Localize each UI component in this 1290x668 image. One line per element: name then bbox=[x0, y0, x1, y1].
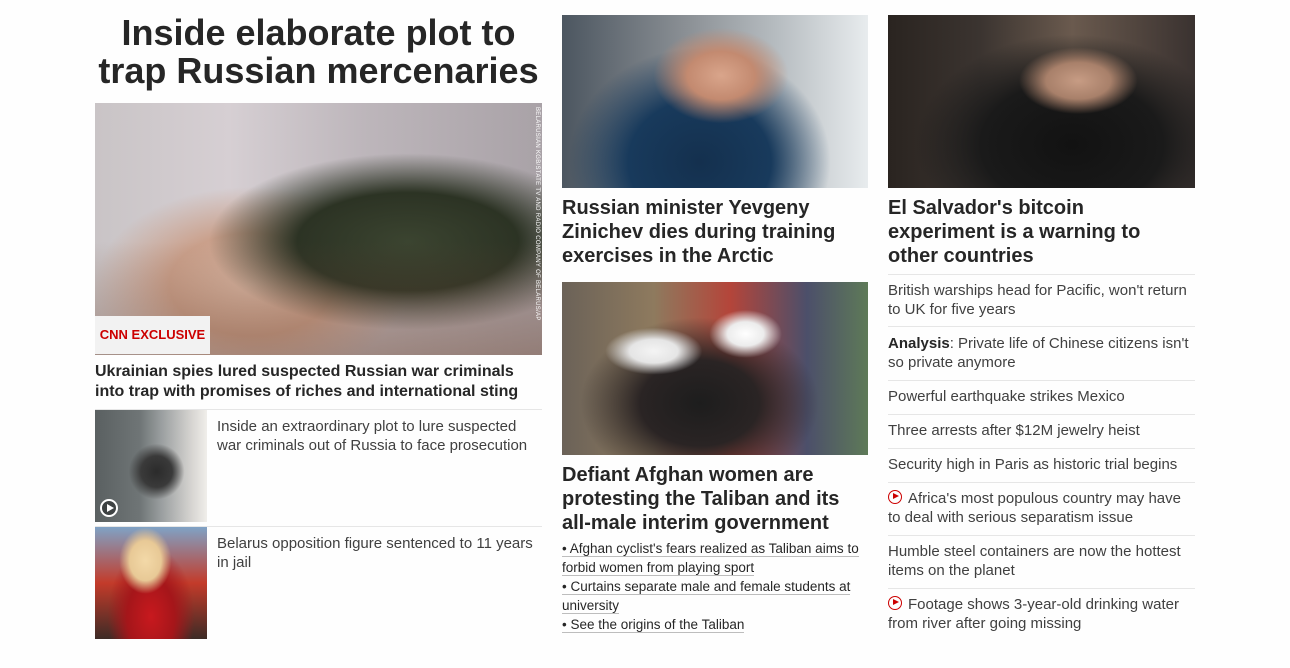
divider bbox=[888, 482, 1195, 483]
side-story[interactable]: Inside an extraordinary plot to lure sus… bbox=[95, 410, 542, 522]
headline-link[interactable]: Humble steel containers are now the hott… bbox=[888, 542, 1195, 580]
story-thumbnail[interactable] bbox=[95, 410, 207, 522]
play-icon bbox=[100, 499, 118, 517]
story-link[interactable]: Inside an extraordinary plot to lure sus… bbox=[217, 417, 537, 455]
divider bbox=[888, 414, 1195, 415]
divider bbox=[888, 588, 1195, 589]
divider bbox=[888, 380, 1195, 381]
headline-link[interactable]: Powerful earthquake strikes Mexico bbox=[888, 387, 1195, 406]
headline-link[interactable]: Footage shows 3-year-old drinking water … bbox=[888, 595, 1195, 633]
related-link-text[interactable]: • Curtains separate male and female stud… bbox=[562, 579, 851, 614]
section-title[interactable]: Inside elaborate plot to trap Russian me… bbox=[95, 14, 542, 90]
photo-credit: BELARUSIAN KGB/STATE TV AND RADIO COMPAN… bbox=[534, 107, 540, 321]
divider bbox=[888, 535, 1195, 536]
exclusive-badge: CNN EXCLUSIVE bbox=[95, 316, 210, 354]
hero-headline-link[interactable]: Ukrainian spies lured suspected Russian … bbox=[95, 362, 542, 402]
divider bbox=[888, 448, 1195, 449]
story-thumbnail[interactable] bbox=[95, 527, 207, 639]
related-link-text[interactable]: • Afghan cyclist's fears realized as Tal… bbox=[562, 541, 859, 576]
side-story[interactable]: Belarus opposition figure sentenced to 1… bbox=[95, 527, 542, 639]
related-link-text[interactable]: • See the origins of the Taliban bbox=[562, 617, 745, 633]
minister-image[interactable] bbox=[562, 15, 868, 188]
bukele-image[interactable] bbox=[888, 15, 1195, 188]
story-link[interactable]: Belarus opposition figure sentenced to 1… bbox=[217, 534, 537, 572]
related-link[interactable]: • See the origins of the Taliban bbox=[562, 615, 868, 634]
minister-headline-link[interactable]: Russian minister Yevgeny Zinichev dies d… bbox=[562, 196, 868, 268]
headline-link[interactable]: Analysis: Private life of Chinese citize… bbox=[888, 334, 1195, 372]
divider bbox=[888, 326, 1195, 327]
divider bbox=[888, 274, 1195, 275]
headline-link[interactable]: Three arrests after $12M jewelry heist bbox=[888, 421, 1195, 440]
afghan-headline-link[interactable]: Defiant Afghan women are protesting the … bbox=[562, 463, 868, 535]
play-circle-icon bbox=[888, 490, 902, 504]
headline-text[interactable]: Africa's most populous country may have … bbox=[888, 490, 1181, 526]
headline-text[interactable]: Footage shows 3-year-old drinking water … bbox=[888, 596, 1179, 632]
headline-link[interactable]: Security high in Paris as historic trial… bbox=[888, 455, 1195, 474]
afghan-protest-image[interactable] bbox=[562, 282, 868, 455]
headline-link[interactable]: British warships head for Pacific, won't… bbox=[888, 281, 1195, 319]
headline-link[interactable]: Africa's most populous country may have … bbox=[888, 489, 1195, 527]
bitcoin-headline-link[interactable]: El Salvador's bitcoin experiment is a wa… bbox=[888, 196, 1195, 268]
related-link[interactable]: • Curtains separate male and female stud… bbox=[562, 577, 868, 615]
analysis-label: Analysis bbox=[888, 335, 950, 352]
related-link[interactable]: • Afghan cyclist's fears realized as Tal… bbox=[562, 539, 868, 577]
play-circle-icon bbox=[888, 596, 902, 610]
